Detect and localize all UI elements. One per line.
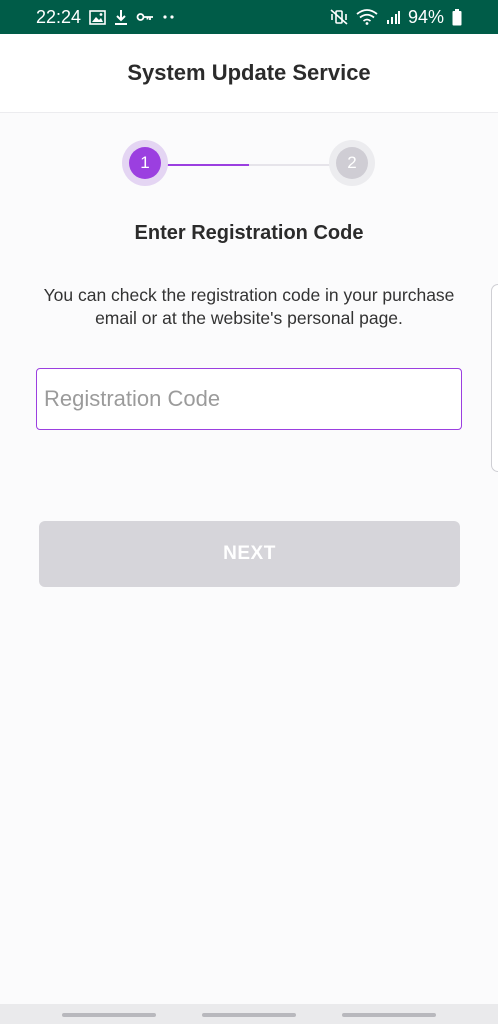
step-track xyxy=(146,164,352,166)
next-button[interactable]: NEXT xyxy=(39,521,460,587)
registration-code-input[interactable] xyxy=(36,368,462,430)
app-header: System Update Service xyxy=(0,34,498,113)
more-dots-icon xyxy=(162,14,176,20)
status-bar-right: 94% xyxy=(330,7,462,28)
download-icon xyxy=(114,9,128,26)
step-2-indicator: 2 xyxy=(329,140,375,186)
stepper: 1 2 xyxy=(0,140,498,190)
mute-vibrate-icon xyxy=(330,9,348,25)
battery-percentage: 94% xyxy=(407,6,444,27)
key-icon xyxy=(136,11,154,23)
signal-icon xyxy=(386,10,400,25)
wifi-icon xyxy=(356,9,378,25)
nav-home-handle[interactable] xyxy=(202,1013,296,1017)
image-icon xyxy=(89,9,106,25)
step-1-number: 1 xyxy=(129,147,161,179)
step-2-number: 2 xyxy=(336,147,368,179)
nav-recents-handle[interactable] xyxy=(62,1013,156,1017)
navigation-bar xyxy=(0,1004,498,1024)
instructions-text: You can check the registration code in y… xyxy=(43,285,455,328)
section-heading: Enter Registration Code xyxy=(134,222,364,244)
nav-back-handle[interactable] xyxy=(342,1013,436,1017)
status-bar-left: 22:24 xyxy=(36,7,176,28)
status-time: 22:24 xyxy=(36,6,82,27)
page-title: System Update Service xyxy=(127,60,371,85)
status-bar: 22:24 94% xyxy=(0,0,498,34)
step-1-indicator: 1 xyxy=(122,140,168,186)
battery-icon xyxy=(452,8,462,26)
edge-panel-handle[interactable] xyxy=(491,284,498,472)
